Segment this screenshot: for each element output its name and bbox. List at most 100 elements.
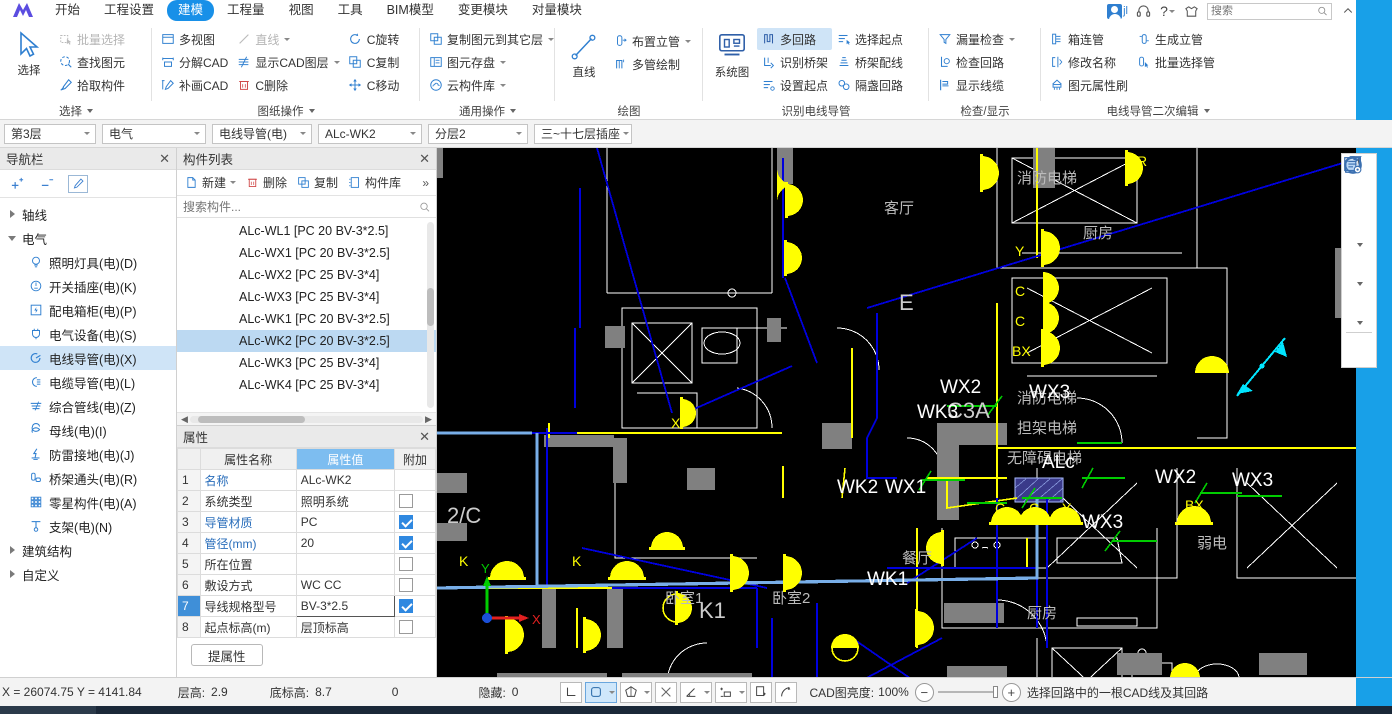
place-riser-button[interactable]: 布置立管	[609, 30, 695, 52]
component-list-hscrollbar[interactable]: ◀ ▶	[177, 412, 436, 425]
scroll-right-icon[interactable]: ▶	[423, 414, 434, 425]
angle-button[interactable]	[680, 681, 713, 703]
hscroll-thumb[interactable]	[198, 415, 306, 423]
system-diagram-button[interactable]: 系统图	[707, 26, 757, 80]
chevron-down-icon[interactable]	[1344, 317, 1374, 328]
component-search[interactable]	[177, 196, 436, 218]
row-value[interactable]	[295, 553, 396, 575]
remove-icon[interactable]	[38, 175, 56, 193]
slider-knob[interactable]	[992, 686, 998, 698]
snap-button[interactable]	[715, 681, 748, 703]
check-loop-button[interactable]: 检查回路	[933, 51, 1019, 73]
table-row-selected[interactable]: 7 导线规格型号 BV-3*2.5	[177, 595, 436, 617]
chevron-down-icon[interactable]	[299, 132, 306, 135]
table-row[interactable]: 8 起点标高(m) 层顶标高	[177, 616, 436, 638]
attach-checkbox[interactable]	[399, 620, 414, 635]
table-row[interactable]: 5 所在位置	[177, 553, 436, 575]
scroll-left-icon[interactable]: ◀	[179, 414, 190, 425]
list-item[interactable]: ALc-WK4 [PC 25 BV-3*4]	[177, 374, 436, 396]
ribbon-group-drawing-ops-title[interactable]: 图纸操作	[156, 102, 416, 119]
ribbon-group-select-title[interactable]: 选择	[4, 102, 148, 119]
row-value[interactable]: ALc-WK2	[295, 469, 396, 491]
attach-checkbox[interactable]	[399, 578, 414, 593]
menu-item-quantity[interactable]: 工程量	[216, 0, 276, 21]
find-element-button[interactable]: 查找图元	[54, 51, 129, 73]
menu-item-view[interactable]: 视图	[278, 0, 325, 21]
cad-canvas[interactable]: 客厅 厨房 餐厅 卧室1 卧室2 厨房 消防电梯 消防电梯 担架电梯 无障碍电梯…	[437, 148, 1392, 677]
multi-view-button[interactable]: 多视图	[156, 28, 232, 50]
bridge-wiring-button[interactable]: 桥架配线	[832, 51, 907, 73]
headset-icon[interactable]	[1135, 3, 1152, 20]
table-row[interactable]: 6 敷设方式 WC CC	[177, 574, 436, 596]
chevron-down-icon[interactable]	[193, 132, 200, 135]
polygon-button[interactable]	[620, 681, 653, 703]
chevron-down-icon[interactable]	[685, 39, 692, 43]
copy-to-other-layer-button[interactable]: 复制图元到其它层	[424, 28, 558, 50]
component-list-scroll-thumb[interactable]	[427, 288, 434, 326]
tree-item-equipment[interactable]: 电气设备(电)(S)	[0, 322, 176, 346]
chevron-down-icon[interactable]	[701, 683, 711, 702]
identify-bridge-button[interactable]: 识别桥架	[757, 51, 832, 73]
chevron-down-icon[interactable]	[8, 235, 16, 241]
chevron-down-icon[interactable]	[87, 108, 93, 113]
rotate-view-icon[interactable]	[1344, 156, 1374, 316]
list-item[interactable]: ALc-WX2 [PC 25 BV-3*4]	[177, 264, 436, 286]
chevron-down-icon[interactable]	[83, 132, 90, 135]
chevron-down-icon[interactable]	[548, 37, 555, 41]
component-list[interactable]: ALc-WL1 [PC 20 BV-3*2.5] ALc-WX1 [PC 20 …	[177, 218, 436, 412]
redraw-cad-button[interactable]: 补画CAD	[156, 74, 232, 96]
toolbar-overflow-button[interactable]: »	[419, 174, 432, 192]
batch-select-button[interactable]: 批量选择	[54, 28, 129, 50]
tree-node-axis[interactable]: 轴线	[0, 202, 176, 226]
cad-layers-button[interactable]: 显示CAD图层	[232, 51, 343, 73]
row-value-editing[interactable]: BV-3*2.5	[295, 595, 396, 617]
line-button[interactable]: 直线	[232, 28, 343, 50]
tree-item-misc-component[interactable]: 零星构件(电)(A)	[0, 490, 176, 514]
discipline-selector[interactable]: 电气	[102, 123, 206, 144]
chevron-down-icon[interactable]	[1344, 278, 1374, 289]
table-row[interactable]: 2 系统类型 照明系统	[177, 490, 436, 512]
close-icon[interactable]: ✕	[419, 152, 430, 165]
tree-item-grounding[interactable]: 防雷接地(电)(J)	[0, 442, 176, 466]
search-input[interactable]	[1207, 2, 1332, 20]
row-value[interactable]: WC CC	[295, 574, 396, 596]
menu-item-bim-model[interactable]: BIM模型	[376, 0, 445, 21]
add-icon[interactable]	[8, 175, 26, 193]
ribbon-group-secondary-edit-title[interactable]: 电线导管二次编辑	[1045, 102, 1271, 119]
list-item[interactable]: ALc-WL1 [PC 20 BV-3*2.5]	[177, 220, 436, 242]
tree-item-bridge-fitting[interactable]: 桥架通头(电)(R)	[0, 466, 176, 490]
row-value[interactable]: 照明系统	[295, 490, 396, 512]
list-item[interactable]: ALc-WK3 [PC 25 BV-3*4]	[177, 352, 436, 374]
display-settings-icon[interactable]	[1344, 157, 1374, 363]
tree-item-lighting[interactable]: 照明灯具(电)(D)	[0, 250, 176, 274]
row-attach[interactable]	[394, 616, 436, 638]
alternate-loop-button[interactable]: 隔盏回路	[832, 74, 907, 96]
arc-icon[interactable]	[775, 681, 798, 703]
chevron-down-icon[interactable]	[284, 37, 291, 41]
layer-icon[interactable]	[750, 681, 773, 703]
cross-icon[interactable]	[655, 681, 678, 703]
layer-selector[interactable]: 分层2	[428, 123, 528, 144]
row-value[interactable]: PC	[295, 511, 396, 533]
chevron-down-icon[interactable]	[1203, 108, 1210, 113]
row-attach[interactable]	[394, 574, 436, 596]
cube-solid-icon[interactable]	[1344, 156, 1374, 277]
chevron-down-icon[interactable]	[230, 181, 237, 184]
tree-item-switch-socket[interactable]: 开关插座(电)(K)	[0, 274, 176, 298]
select-start-button[interactable]: 选择起点	[832, 28, 907, 50]
show-cable-button[interactable]: 显示线缆	[933, 74, 1019, 96]
menu-item-modeling[interactable]: 建模	[167, 0, 215, 21]
row-attach[interactable]	[394, 553, 436, 575]
list-item[interactable]: ALc-WK1 [PC 20 BV-3*2.5]	[177, 308, 436, 330]
table-row[interactable]: 4 管径(mm) 20	[177, 532, 436, 554]
menu-item-tools[interactable]: 工具	[327, 0, 374, 21]
attach-checkbox[interactable]	[399, 599, 414, 614]
multi-pipe-draw-button[interactable]: 多管绘制	[609, 53, 695, 75]
help-icon[interactable]: ?	[1159, 3, 1176, 20]
row-attach[interactable]	[394, 532, 436, 554]
ribbon-group-general-ops-title[interactable]: 通用操作	[424, 102, 551, 119]
set-start-button[interactable]: 设置起点	[757, 74, 832, 96]
cloud-library-button[interactable]: 云构件库	[424, 74, 558, 96]
property-brush-button[interactable]: 图元属性刷	[1045, 74, 1132, 96]
list-item-selected[interactable]: ALc-WK2 [PC 20 BV-3*2.5]	[177, 330, 436, 352]
